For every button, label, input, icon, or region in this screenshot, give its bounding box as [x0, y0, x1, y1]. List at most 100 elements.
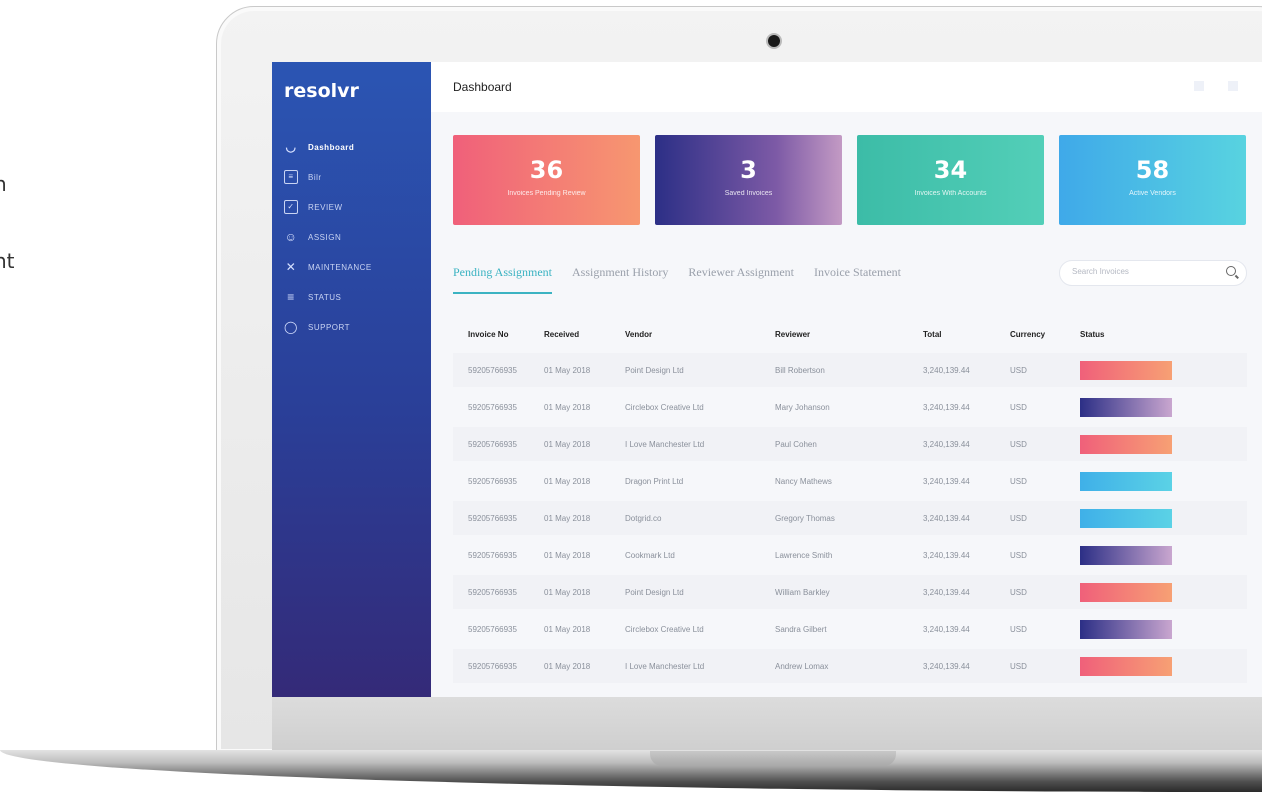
card-label: Invoices With Accounts — [914, 190, 987, 197]
column-header-received[interactable]: Received — [544, 330, 625, 339]
page-title: Dashboard — [453, 80, 512, 94]
summary-cards: 36 Invoices Pending Review 3 Saved Invoi… — [453, 135, 1246, 225]
table-row[interactable]: 59205766935 01 May 2018 Circlebox Creative… — [453, 390, 1247, 424]
table-row[interactable]: 59205766935 01 May 2018 Cookmark Ltd Lawren… — [453, 538, 1247, 572]
search-input[interactable] — [1072, 267, 1222, 276]
sidebar-item-label: ASSIGN — [308, 232, 342, 242]
card-number: 34 — [933, 156, 968, 184]
table-row[interactable]: 59205766935 01 May 2018 Point Design Ltd Wi… — [453, 575, 1247, 609]
cell-vendor: I Love Manchester Ltd — [625, 439, 705, 449]
cell-status — [1080, 656, 1247, 676]
cell-invoice-no: 59205766935 — [468, 587, 517, 597]
card-saved-invoices[interactable]: 3 Saved Invoices — [655, 135, 842, 225]
cell-currency: USD — [1010, 513, 1027, 523]
cell-vendor: Circlebox Creative Ltd — [625, 402, 704, 412]
card-label: Active Vendors — [1129, 190, 1176, 197]
sidebar-item-bilr[interactable]: ≡ Bilr — [284, 162, 372, 192]
table-row[interactable]: 59205766935 01 May 2018 Dragon Print Ltd Na… — [453, 464, 1247, 498]
sidebar-item-support[interactable]: ◯ SUPPORT — [284, 312, 372, 342]
cell-received: 01 May 2018 — [544, 587, 591, 597]
cell-status — [1080, 582, 1247, 602]
cell-received: 01 May 2018 — [544, 513, 591, 523]
table-row[interactable]: 59205766935 01 May 2018 Point Design Ltd Bi… — [453, 353, 1247, 387]
cell-vendor: Point Design Ltd — [625, 365, 684, 375]
table-row[interactable]: 59205766935 01 May 2018 Circlebox Creative… — [453, 612, 1247, 646]
user-menu-chip[interactable] — [1228, 80, 1242, 91]
cell-invoice-no: 59205766935 — [468, 661, 517, 671]
checkbox-icon: ✓ — [284, 200, 298, 214]
sidebar-item-maintenance[interactable]: ✕ MAINTENANCE — [284, 252, 372, 282]
invoice-table: Invoice No Received Vendor Reviewer Tota… — [453, 315, 1247, 686]
column-header-total[interactable]: Total — [923, 330, 1010, 339]
cell-vendor: Point Design Ltd — [625, 587, 684, 597]
sidebar-item-label: MAINTENANCE — [308, 262, 372, 272]
tab-reviewer-assignment[interactable]: Reviewer Assignment — [688, 265, 794, 294]
card-invoices-with-accounts[interactable]: 34 Invoices With Accounts — [857, 135, 1044, 225]
cell-received: 01 May 2018 — [544, 476, 591, 486]
cell-total: 3,240,139.44 — [923, 550, 970, 560]
cell-vendor: I Love Manchester Ltd — [625, 661, 705, 671]
sidebar-item-label: Dashboard — [308, 142, 355, 152]
cell-invoice-no: 59205766935 — [468, 513, 517, 523]
cell-currency: USD — [1010, 365, 1027, 375]
cell-reviewer: Andrew Lomax — [775, 661, 829, 671]
cell-currency: USD — [1010, 476, 1027, 486]
notification-chip[interactable] — [1194, 80, 1208, 91]
cell-total: 3,240,139.44 — [923, 624, 970, 634]
sidebar-item-label: Bilr — [308, 172, 322, 182]
card-active-vendors[interactable]: 58 Active Vendors — [1059, 135, 1246, 225]
cell-invoice-no: 59205766935 — [468, 550, 517, 560]
cell-reviewer: Bill Robertson — [775, 365, 825, 375]
app-screen: resolvr ◡ Dashboard ≡ Bilr ✓ REVIEW ☺ AS… — [272, 62, 1262, 697]
sidebar-item-review[interactable]: ✓ REVIEW — [284, 192, 372, 222]
sidebar-item-label: STATUS — [308, 292, 342, 302]
cell-currency: USD — [1010, 402, 1027, 412]
column-header-reviewer[interactable]: Reviewer — [775, 330, 923, 339]
sidebar-item-status[interactable]: ≡ STATUS — [284, 282, 372, 312]
status-badge — [1080, 656, 1172, 676]
tab-invoice-statement[interactable]: Invoice Statement — [814, 265, 901, 294]
cell-vendor: Circlebox Creative Ltd — [625, 624, 704, 634]
tab-assignment-history[interactable]: Assignment History — [572, 265, 668, 294]
invoice-tabs: Pending Assignment Assignment History Re… — [453, 265, 901, 294]
column-header-vendor[interactable]: Vendor — [625, 330, 775, 339]
cell-status — [1080, 360, 1247, 380]
cell-status — [1080, 619, 1247, 639]
screen-bezel — [272, 697, 1262, 750]
gauge-icon: ◡ — [285, 140, 297, 154]
main-content: Dashboard 36 Invoices Pending Review 3 S… — [431, 62, 1262, 697]
column-header-currency[interactable]: Currency — [1010, 330, 1080, 339]
table-row[interactable]: 59205766935 01 May 2018 Dotgrid.co Gregory … — [453, 501, 1247, 535]
table-body: 59205766935 01 May 2018 Point Design Ltd Bi… — [453, 353, 1247, 683]
cell-invoice-no: 59205766935 — [468, 476, 517, 486]
sidebar-item-label: REVIEW — [308, 202, 343, 212]
cell-total: 3,240,139.44 — [923, 587, 970, 597]
cell-status — [1080, 434, 1247, 454]
card-label: Saved Invoices — [724, 190, 773, 197]
column-header-status[interactable]: Status — [1080, 330, 1247, 339]
list-icon: ≡ — [287, 290, 295, 304]
tab-pending-assignment[interactable]: Pending Assignment — [453, 265, 553, 294]
cell-status — [1080, 508, 1247, 528]
brand-logo[interactable]: resolvr — [284, 80, 359, 102]
chat-bubble-icon: ◯ — [284, 320, 298, 334]
cell-received: 01 May 2018 — [544, 365, 591, 375]
sidebar-item-assign[interactable]: ☺ ASSIGN — [284, 222, 372, 252]
table-row[interactable]: 59205766935 01 May 2018 I Love Manchester … — [453, 427, 1247, 461]
cell-vendor: Dotgrid.co — [625, 513, 662, 523]
cell-invoice-no: 59205766935 — [468, 365, 517, 375]
topbar-actions — [1194, 80, 1242, 91]
status-badge — [1080, 471, 1172, 491]
cell-received: 01 May 2018 — [544, 661, 591, 671]
table-header-row: Invoice No Received Vendor Reviewer Tota… — [453, 315, 1247, 353]
sidebar-item-dashboard[interactable]: ◡ Dashboard — [284, 132, 372, 162]
document-icon: ≡ — [284, 170, 298, 184]
status-badge — [1080, 434, 1172, 454]
search-icon[interactable] — [1226, 266, 1236, 276]
table-row[interactable]: 59205766935 01 May 2018 I Love Manchester … — [453, 649, 1247, 683]
cell-reviewer: Gregory Thomas — [775, 513, 835, 523]
card-number: 36 — [529, 156, 564, 184]
column-header-invoice-no[interactable]: Invoice No — [453, 330, 544, 339]
card-pending-review[interactable]: 36 Invoices Pending Review — [453, 135, 640, 225]
cell-vendor: Cookmark Ltd — [625, 550, 675, 560]
